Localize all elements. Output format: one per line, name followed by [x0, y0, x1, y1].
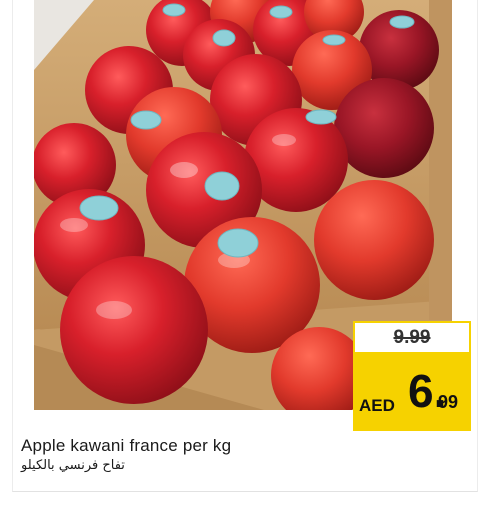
product-card[interactable]: 9.99 AED 6. 99 Apple kawani france per k… [0, 0, 490, 512]
price-badge: 9.99 AED 6. 99 [353, 321, 471, 431]
old-price: 9.99 [353, 321, 471, 354]
new-price: AED 6. 99 [353, 354, 471, 431]
product-title-en[interactable]: Apple kawani france per kg [21, 436, 231, 456]
new-price-decimal: 99 [438, 392, 459, 412]
product-title-ar: تفاح فرنسي بالكيلو [21, 458, 125, 473]
currency-label: AED [359, 396, 395, 415]
old-price-value: 9.99 [393, 327, 431, 348]
